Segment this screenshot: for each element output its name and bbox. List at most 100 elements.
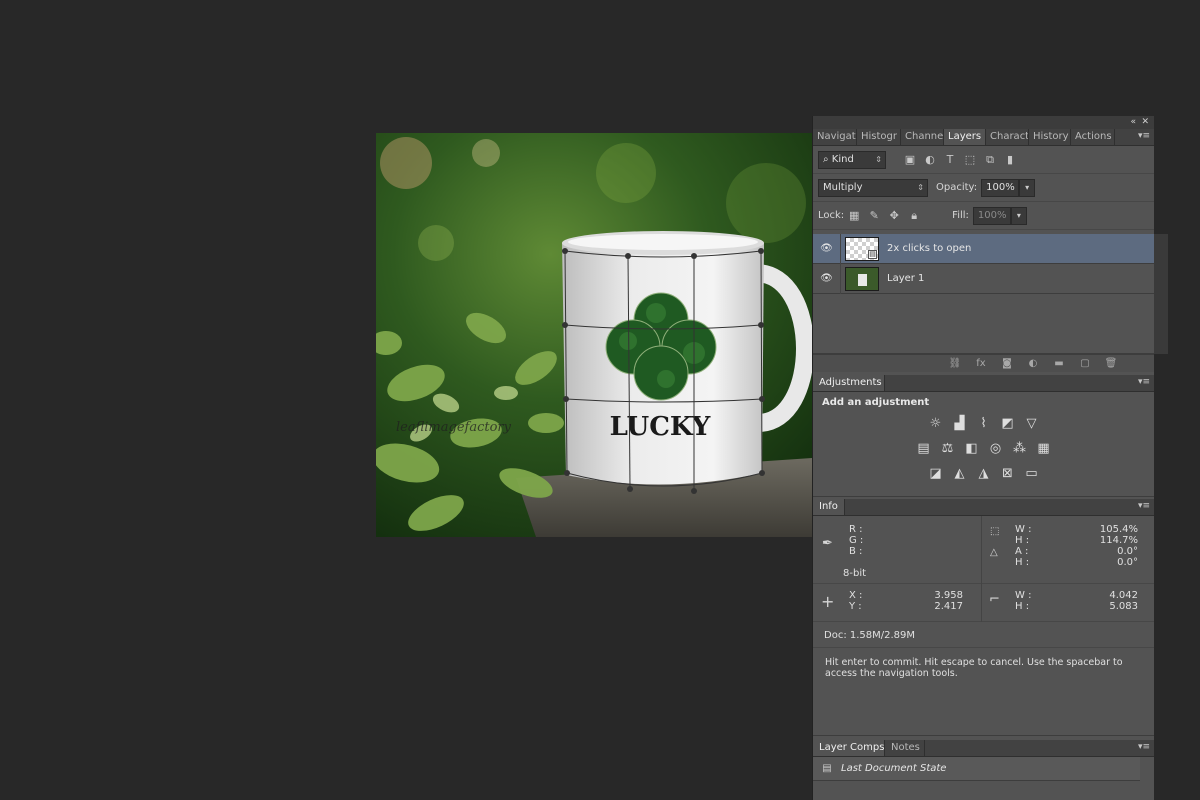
- channel-mixer-icon[interactable]: ⁂: [1008, 440, 1032, 458]
- info-doc-block: Doc: 1.58M/2.89M: [813, 622, 1154, 648]
- search-icon: ⌕: [823, 153, 832, 165]
- lock-label: Lock:: [818, 210, 845, 221]
- selection-size-icon: ⌐: [989, 592, 1000, 607]
- blend-mode-select[interactable]: Multiply ⇕: [818, 178, 928, 197]
- eye-icon[interactable]: 👁︎: [813, 263, 841, 294]
- lock-all-icon[interactable]: 🔒︎: [908, 209, 920, 222]
- xy-labels: X : Y :: [849, 590, 863, 612]
- adjustment-filter-icon[interactable]: ◐: [924, 153, 936, 166]
- opacity-label: Opacity:: [936, 182, 978, 193]
- opacity-dropdown[interactable]: ▾: [1019, 178, 1036, 197]
- layer-row-layer-1[interactable]: 👁︎ Layer 1: [813, 263, 1154, 294]
- tab-layers[interactable]: Layers: [944, 129, 986, 145]
- vibrance-icon[interactable]: ▽: [1020, 415, 1044, 433]
- eye-icon[interactable]: 👁︎: [813, 233, 841, 264]
- filter-kind-value: Kind: [831, 153, 854, 165]
- color-lookup-icon[interactable]: ▦: [1032, 440, 1056, 458]
- photo-filter-icon[interactable]: ◎: [984, 440, 1008, 458]
- layer-row-smart-object[interactable]: 👁︎ ▤ 2x clicks to open: [813, 233, 1154, 264]
- exposure-icon[interactable]: ◩: [996, 415, 1020, 433]
- panel-menu-icon[interactable]: ▾≡: [1138, 131, 1150, 141]
- wh-labels: W : H :: [1015, 590, 1032, 612]
- tab-notes[interactable]: Notes: [885, 740, 925, 756]
- adjustments-panel: Add an adjustment ☼ ▟ ⌇ ◩ ▽ ▤ ⚖ ◧ ◎ ⁂ ▦ …: [813, 392, 1154, 497]
- pixel-filter-icon[interactable]: ▣: [904, 153, 916, 166]
- adjustment-layer-icon[interactable]: ◐: [1020, 358, 1046, 369]
- panel-menu-icon[interactable]: ▾≡: [1138, 742, 1150, 752]
- brightness-icon[interactable]: ☼: [924, 415, 948, 433]
- eyedropper-icon: ✒: [822, 536, 833, 551]
- panel-dock-header: « ✕: [813, 116, 1154, 129]
- fx-icon[interactable]: fx: [968, 358, 994, 369]
- layer-comp-name: Last Document State: [841, 763, 947, 774]
- double-chevron-icon[interactable]: «: [1130, 116, 1136, 129]
- shape-filter-icon[interactable]: ⬚: [964, 153, 976, 166]
- mug-text: LUCKY: [610, 412, 711, 442]
- fill-dropdown[interactable]: ▾: [1010, 206, 1027, 225]
- invert-icon[interactable]: ◪: [924, 465, 948, 483]
- filter-kind-select[interactable]: ⌕ Kind ⇕: [818, 150, 886, 169]
- gradient-map-icon[interactable]: ▭: [1020, 465, 1044, 483]
- transform-icon: ⬚: [990, 526, 1000, 537]
- opacity-input[interactable]: 100%: [981, 178, 1020, 197]
- posterize-icon[interactable]: ◭: [948, 465, 972, 483]
- lock-row: Lock: ▦ ✎ ✥ 🔒︎ Fill: 100% ▾: [813, 202, 1154, 230]
- doc-size: Doc: 1.58M/2.89M: [824, 630, 916, 641]
- lock-transparent-icon[interactable]: ▦: [848, 209, 860, 222]
- mask-icon[interactable]: ◙: [994, 358, 1020, 369]
- panel-menu-icon[interactable]: ▾≡: [1138, 501, 1150, 511]
- wh-values: 4.042 5.083: [1109, 590, 1138, 612]
- adjustments-title: Add an adjustment: [822, 397, 930, 408]
- link-icon[interactable]: ⛓︎: [942, 358, 968, 369]
- transform-labels: W : H : A : H :: [1015, 524, 1032, 568]
- layer-comps-tab-row: Layer Comps Notes ▾≡: [813, 740, 1154, 757]
- tab-adjustments[interactable]: Adjustments: [813, 375, 885, 391]
- trash-icon[interactable]: 🗑︎: [1098, 358, 1124, 369]
- tab-histogram[interactable]: Histogr: [857, 129, 901, 145]
- watermark-text: leaflimagefactory: [396, 420, 512, 435]
- tab-character[interactable]: Charact: [986, 129, 1029, 145]
- tab-navigator[interactable]: Navigat: [813, 129, 857, 145]
- info-hint-block: Hit enter to commit. Hit escape to cance…: [813, 648, 1154, 736]
- tab-channels[interactable]: Channel: [901, 129, 944, 145]
- document-state-icon: ▤: [822, 763, 832, 774]
- color-balance-icon[interactable]: ⚖: [936, 440, 960, 458]
- panel-menu-icon[interactable]: ▾≡: [1138, 377, 1150, 387]
- tab-history[interactable]: History: [1029, 129, 1071, 145]
- threshold-icon[interactable]: ◮: [972, 465, 996, 483]
- lock-position-icon[interactable]: ✥: [888, 209, 900, 222]
- levels-icon[interactable]: ▟: [948, 415, 972, 433]
- layer-thumbnail: ▤: [845, 236, 879, 261]
- filter-toggle-icon[interactable]: ▮: [1004, 153, 1016, 166]
- angle-icon: △: [990, 547, 998, 558]
- layer-name: Layer 1: [887, 273, 925, 284]
- hue-saturation-icon[interactable]: ▤: [912, 440, 936, 458]
- info-color-block: ✒ R : G : B : 8-bit ⬚ △ W : H : A : H : …: [813, 516, 1154, 584]
- folder-icon[interactable]: ▬: [1046, 358, 1072, 369]
- xy-values: 3.958 2.417: [934, 590, 963, 612]
- mug-thumbnail-icon: [858, 273, 867, 286]
- panel-dock: « ✕ Navigat Histogr Channel Layers Chara…: [812, 116, 1168, 800]
- layer-comp-row[interactable]: ▤ Last Document State: [813, 757, 1140, 781]
- info-position-block: + X : Y : 3.958 2.417 ⌐ W : H : 4.042 5.…: [813, 584, 1154, 622]
- adjustments-tab-row: Adjustments ▾≡: [813, 375, 1154, 392]
- layers-scrollbar[interactable]: [1154, 234, 1168, 354]
- tab-actions[interactable]: Actions: [1071, 129, 1115, 145]
- transform-values: 105.4% 114.7% 0.0° 0.0°: [1099, 524, 1138, 568]
- layers-list: 👁︎ ▤ 2x clicks to open 👁︎ Layer 1: [813, 233, 1168, 354]
- close-icon[interactable]: ✕: [1141, 116, 1149, 129]
- tab-layer-comps[interactable]: Layer Comps: [813, 740, 885, 756]
- smart-object-filter-icon[interactable]: ⧉: [984, 153, 996, 166]
- selective-color-icon[interactable]: ⊠: [996, 465, 1020, 483]
- hint-text: Hit enter to commit. Hit escape to cance…: [825, 657, 1123, 679]
- document-canvas[interactable]: leaflimagefactory LUCKY: [376, 133, 812, 537]
- blend-row: Multiply ⇕ Opacity: 100% ▾: [813, 174, 1154, 202]
- tab-info[interactable]: Info: [813, 499, 845, 515]
- lock-image-icon[interactable]: ✎: [868, 209, 880, 222]
- curves-icon[interactable]: ⌇: [972, 415, 996, 433]
- black-white-icon[interactable]: ◧: [960, 440, 984, 458]
- type-filter-icon[interactable]: T: [944, 153, 956, 166]
- stepper-arrows-icon: ⇕: [917, 182, 924, 192]
- fill-input[interactable]: 100%: [972, 206, 1011, 225]
- new-layer-icon[interactable]: ▢: [1072, 358, 1098, 369]
